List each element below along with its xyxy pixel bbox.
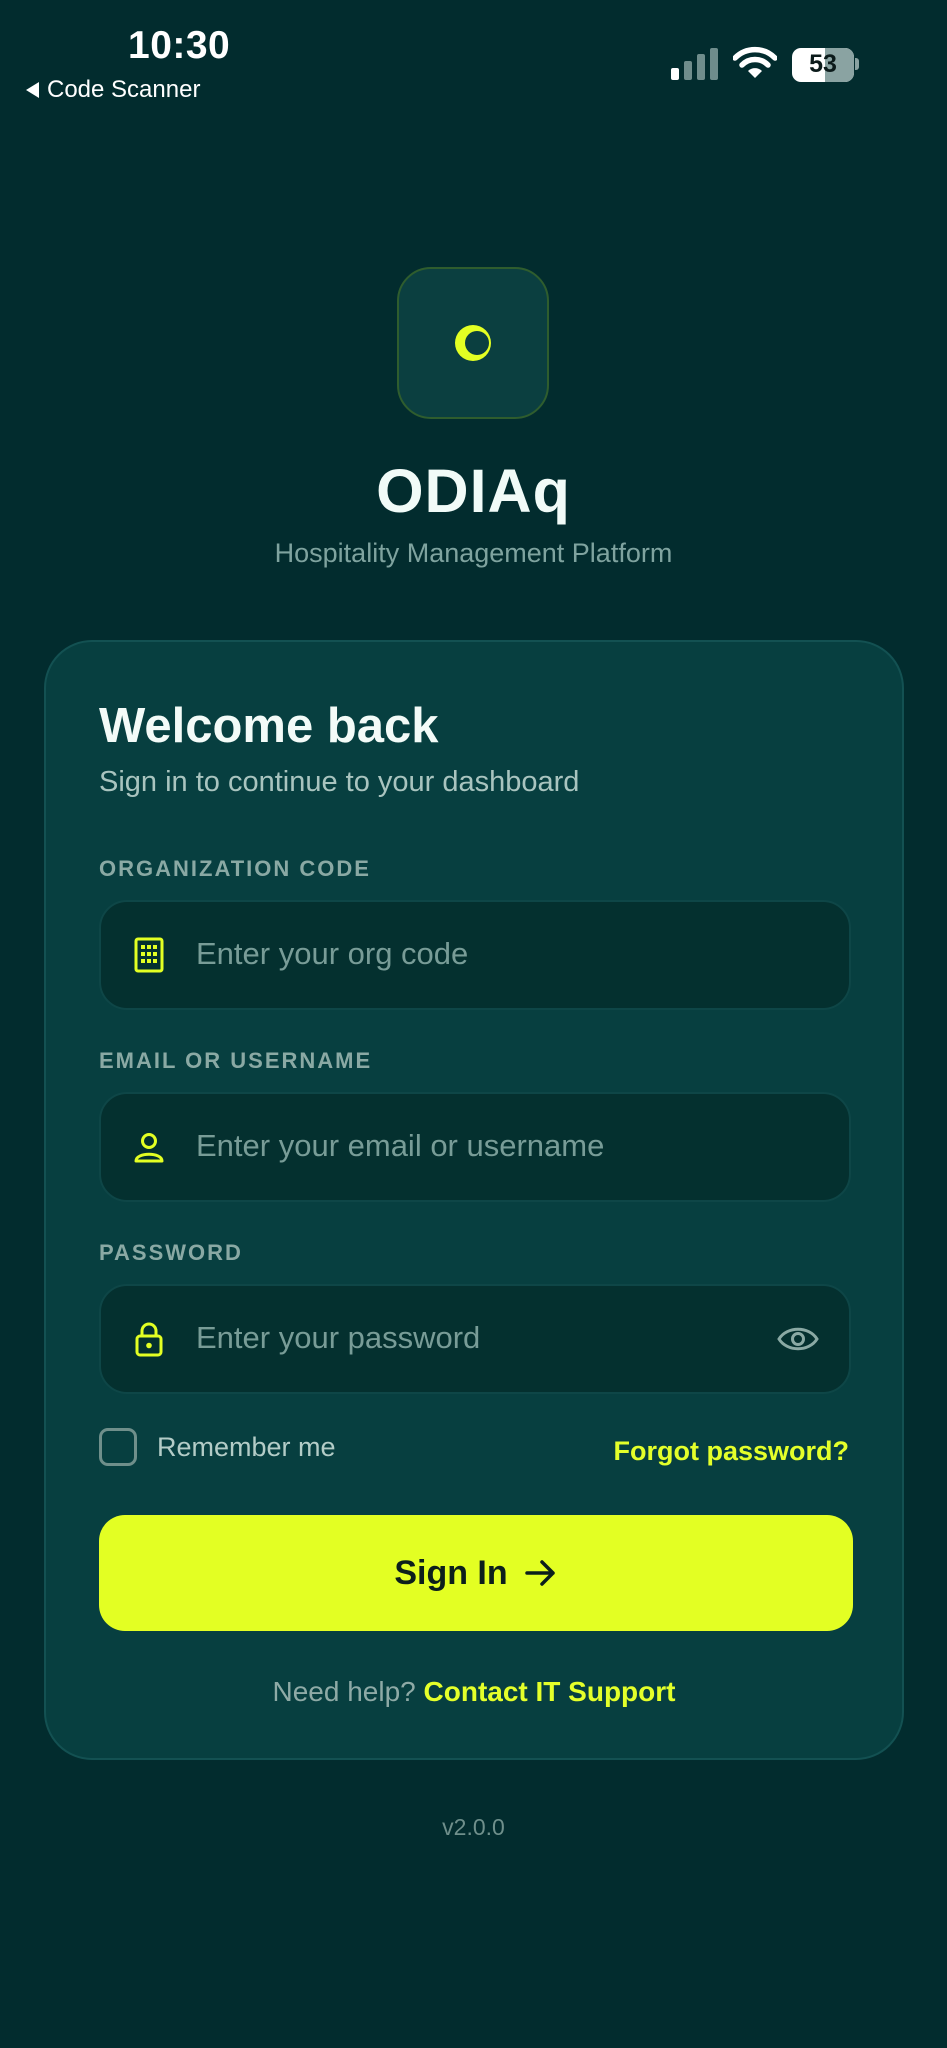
password-label: PASSWORD (99, 1240, 243, 1265)
remember-me-label: Remember me (157, 1431, 336, 1462)
welcome-subtitle: Sign in to continue to your dashboard (99, 766, 580, 798)
user-icon (134, 1133, 164, 1163)
battery-cap (855, 58, 859, 70)
status-time: 10:30 (128, 24, 231, 67)
login-card: Welcome back Sign in to continue to your… (44, 640, 904, 1760)
back-to-app-link[interactable]: Code Scanner (26, 76, 200, 104)
back-triangle-icon (26, 82, 39, 98)
app-logo (397, 267, 549, 419)
building-icon (134, 937, 164, 973)
crescent-logo-icon (455, 325, 491, 361)
eye-icon[interactable] (777, 1323, 819, 1355)
cellular-signal-icon (671, 48, 718, 80)
sign-in-label: Sign In (394, 1553, 508, 1592)
remember-me-row[interactable]: Remember me (99, 1428, 336, 1466)
help-prefix: Need help? (272, 1676, 416, 1707)
battery-icon: 53 (792, 48, 854, 82)
app-version: v2.0.0 (442, 1814, 505, 1840)
app-tagline: Hospitality Management Platform (274, 538, 673, 568)
org-code-input[interactable]: Enter your org code (99, 900, 851, 1010)
remember-me-checkbox[interactable] (99, 1428, 137, 1466)
app-name: ODIAq (376, 457, 571, 525)
lock-icon (135, 1322, 163, 1357)
password-input[interactable]: Enter your password (99, 1284, 851, 1394)
arrow-right-icon (524, 1560, 555, 1586)
battery-level: 53 (809, 50, 837, 78)
password-placeholder: Enter your password (196, 1320, 481, 1355)
email-label: EMAIL OR USERNAME (99, 1048, 373, 1073)
help-row: Need help? Contact IT Support (46, 1676, 902, 1708)
wifi-icon (733, 46, 777, 78)
sign-in-button[interactable]: Sign In (99, 1515, 853, 1631)
contact-it-support-link[interactable]: Contact IT Support (424, 1676, 676, 1707)
org-code-placeholder: Enter your org code (196, 936, 469, 971)
back-app-label: Code Scanner (47, 76, 201, 103)
email-input[interactable]: Enter your email or username (99, 1092, 851, 1202)
welcome-title: Welcome back (99, 699, 439, 753)
forgot-password-link[interactable]: Forgot password? (614, 1436, 850, 1467)
org-code-label: ORGANIZATION CODE (99, 856, 371, 881)
email-placeholder: Enter your email or username (196, 1128, 605, 1163)
